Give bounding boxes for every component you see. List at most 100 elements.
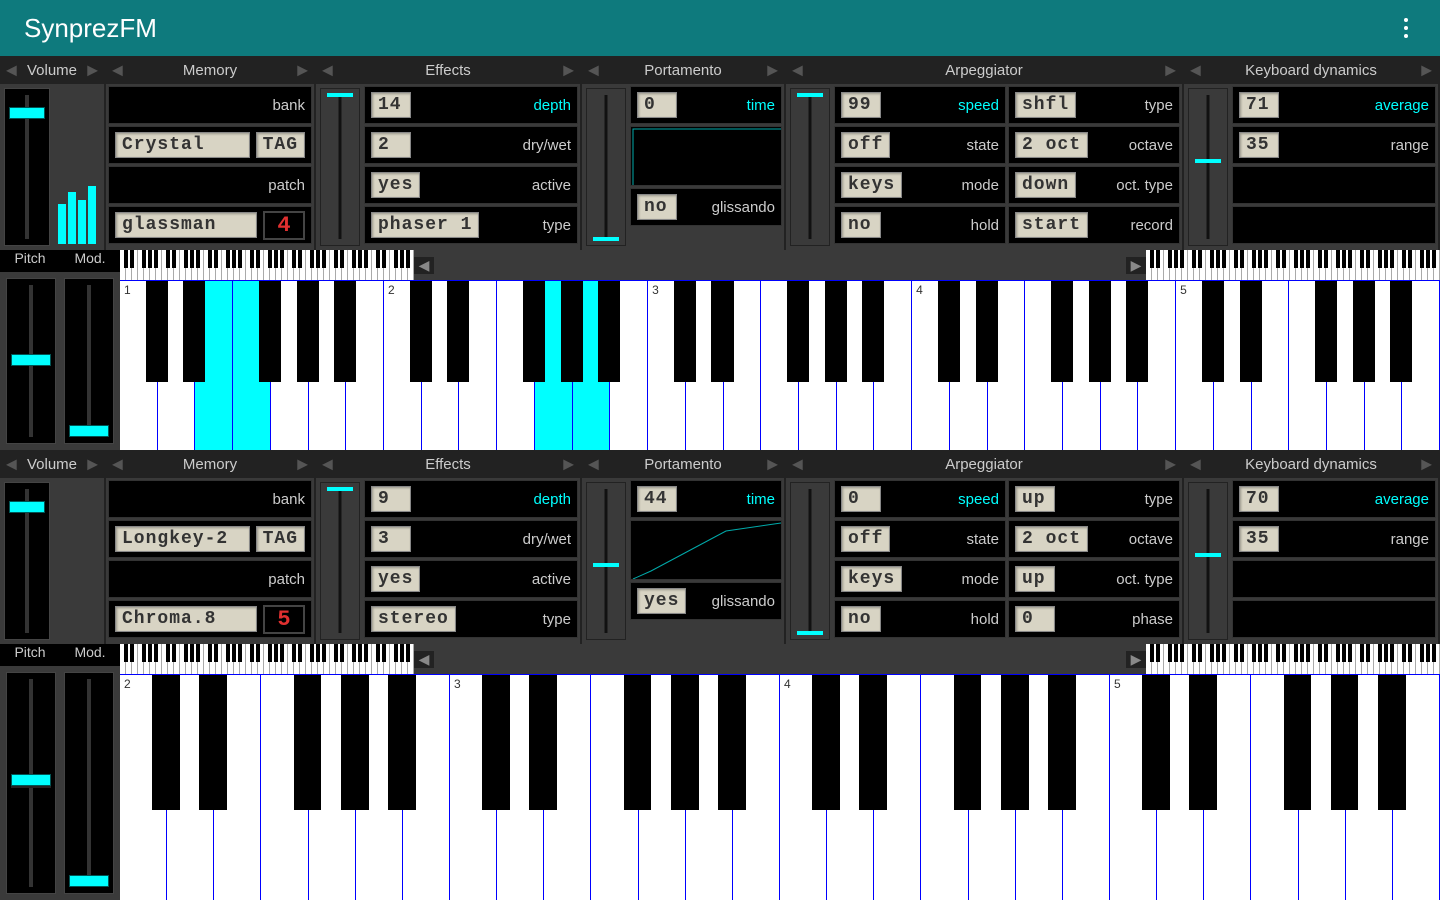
arp-hold-row[interactable]: nohold (834, 206, 1006, 244)
kbd-nav-right-icon[interactable]: ▶ (1126, 651, 1146, 668)
chevron-left-icon[interactable]: ◀ (1190, 456, 1201, 473)
chevron-left-icon[interactable]: ◀ (6, 62, 17, 79)
chevron-right-icon[interactable]: ▶ (767, 62, 778, 79)
white-key[interactable]: 2 (384, 281, 422, 450)
kbddyn-slider[interactable] (1188, 482, 1228, 640)
chevron-left-icon[interactable]: ◀ (792, 62, 803, 79)
black-key[interactable] (1142, 675, 1170, 810)
portamento-slider[interactable] (586, 482, 626, 640)
arp-octtype-row[interactable]: downoct. type (1008, 166, 1180, 204)
white-key[interactable]: 5 (1176, 281, 1214, 450)
drywet-row[interactable]: 2dry/wet (364, 126, 578, 164)
black-key[interactable] (1001, 675, 1029, 810)
black-key[interactable] (674, 281, 696, 382)
black-key[interactable] (199, 675, 227, 810)
black-key[interactable] (1390, 281, 1412, 382)
mini-keyboard-left[interactable] (120, 250, 414, 280)
mini-keyboard-right[interactable] (1146, 250, 1440, 280)
bank-name-row[interactable]: CrystalTAG (108, 126, 312, 164)
chevron-right-icon[interactable]: ▶ (767, 456, 778, 473)
chevron-left-icon[interactable]: ◀ (322, 62, 333, 79)
arp-record-row[interactable]: startrecord (1008, 206, 1180, 244)
black-key[interactable] (862, 281, 884, 382)
mod-wheel[interactable] (64, 672, 114, 894)
effects-slider[interactable] (320, 88, 360, 246)
patch-name-row[interactable]: Chroma.85 (108, 600, 312, 638)
glissando-row[interactable]: noglissando (630, 188, 782, 226)
bank-name-row[interactable]: Longkey-2TAG (108, 520, 312, 558)
patch-row[interactable]: patch (108, 560, 312, 598)
black-key[interactable] (1126, 281, 1148, 382)
arp-mode-row[interactable]: keysmode (834, 166, 1006, 204)
black-key[interactable] (671, 675, 699, 810)
kbd-nav-right-icon[interactable]: ▶ (1126, 257, 1146, 274)
black-key[interactable] (341, 675, 369, 810)
chevron-left-icon[interactable]: ◀ (112, 456, 123, 473)
black-key[interactable] (297, 281, 319, 382)
black-key[interactable] (711, 281, 733, 382)
depth-row[interactable]: 14depth (364, 86, 578, 124)
black-key[interactable] (1315, 281, 1337, 382)
black-key[interactable] (976, 281, 998, 382)
chevron-left-icon[interactable]: ◀ (322, 456, 333, 473)
chevron-right-icon[interactable]: ▶ (87, 456, 98, 473)
portamento-slider[interactable] (586, 88, 626, 246)
black-key[interactable] (388, 675, 416, 810)
bank-row[interactable]: bank (108, 86, 312, 124)
black-key[interactable] (294, 675, 322, 810)
black-key[interactable] (1240, 281, 1262, 382)
black-key[interactable] (1353, 281, 1375, 382)
black-key[interactable] (1048, 675, 1076, 810)
mini-keyboard-right[interactable] (1146, 644, 1440, 674)
black-key[interactable] (598, 281, 620, 382)
arp-slider[interactable] (790, 88, 830, 246)
white-key[interactable]: 2 (120, 675, 167, 900)
white-key[interactable]: 5 (1110, 675, 1157, 900)
black-key[interactable] (152, 675, 180, 810)
chevron-right-icon[interactable]: ▶ (1165, 62, 1176, 79)
pitch-wheel[interactable] (6, 672, 56, 894)
white-key[interactable]: 3 (450, 675, 497, 900)
chevron-right-icon[interactable]: ▶ (87, 62, 98, 79)
black-key[interactable] (259, 281, 281, 382)
pitch-wheel[interactable] (6, 278, 56, 444)
black-key[interactable] (1051, 281, 1073, 382)
black-key[interactable] (1331, 675, 1359, 810)
white-key[interactable] (1251, 675, 1298, 900)
black-key[interactable] (1089, 281, 1111, 382)
main-keyboard[interactable]: 2 3 4 5 (120, 674, 1440, 900)
white-key[interactable] (261, 675, 308, 900)
kbddyn-slider[interactable] (1188, 88, 1228, 246)
arp-octave-row[interactable]: 2 octoctave (1008, 126, 1180, 164)
white-key[interactable] (1289, 281, 1327, 450)
black-key[interactable] (183, 281, 205, 382)
chevron-right-icon[interactable]: ▶ (1421, 456, 1432, 473)
chevron-right-icon[interactable]: ▶ (1421, 62, 1432, 79)
black-key[interactable] (1202, 281, 1224, 382)
black-key[interactable] (825, 281, 847, 382)
kbd-range-row[interactable]: 35range (1232, 126, 1436, 164)
white-key[interactable] (761, 281, 799, 450)
chevron-right-icon[interactable]: ▶ (297, 456, 308, 473)
black-key[interactable] (334, 281, 356, 382)
fxtype-row[interactable]: phaser 1type (364, 206, 578, 244)
bank-row[interactable]: bank (108, 480, 312, 518)
main-keyboard[interactable]: 12345 (120, 280, 1440, 450)
chevron-left-icon[interactable]: ◀ (6, 456, 17, 473)
white-key[interactable]: 4 (780, 675, 827, 900)
arp-state-row[interactable]: offstate (834, 126, 1006, 164)
volume-slider[interactable] (4, 88, 50, 246)
black-key[interactable] (938, 281, 960, 382)
kbd-nav-left-icon[interactable]: ◀ (414, 257, 434, 274)
black-key[interactable] (812, 675, 840, 810)
chevron-right-icon[interactable]: ▶ (297, 62, 308, 79)
black-key[interactable] (447, 281, 469, 382)
patch-name-row[interactable]: glassman4 (108, 206, 312, 244)
black-key[interactable] (410, 281, 432, 382)
mini-keyboard-left[interactable] (120, 644, 414, 674)
chevron-left-icon[interactable]: ◀ (588, 62, 599, 79)
chevron-left-icon[interactable]: ◀ (588, 456, 599, 473)
patch-row[interactable]: patch (108, 166, 312, 204)
white-key[interactable] (233, 281, 271, 450)
white-key[interactable] (497, 281, 535, 450)
